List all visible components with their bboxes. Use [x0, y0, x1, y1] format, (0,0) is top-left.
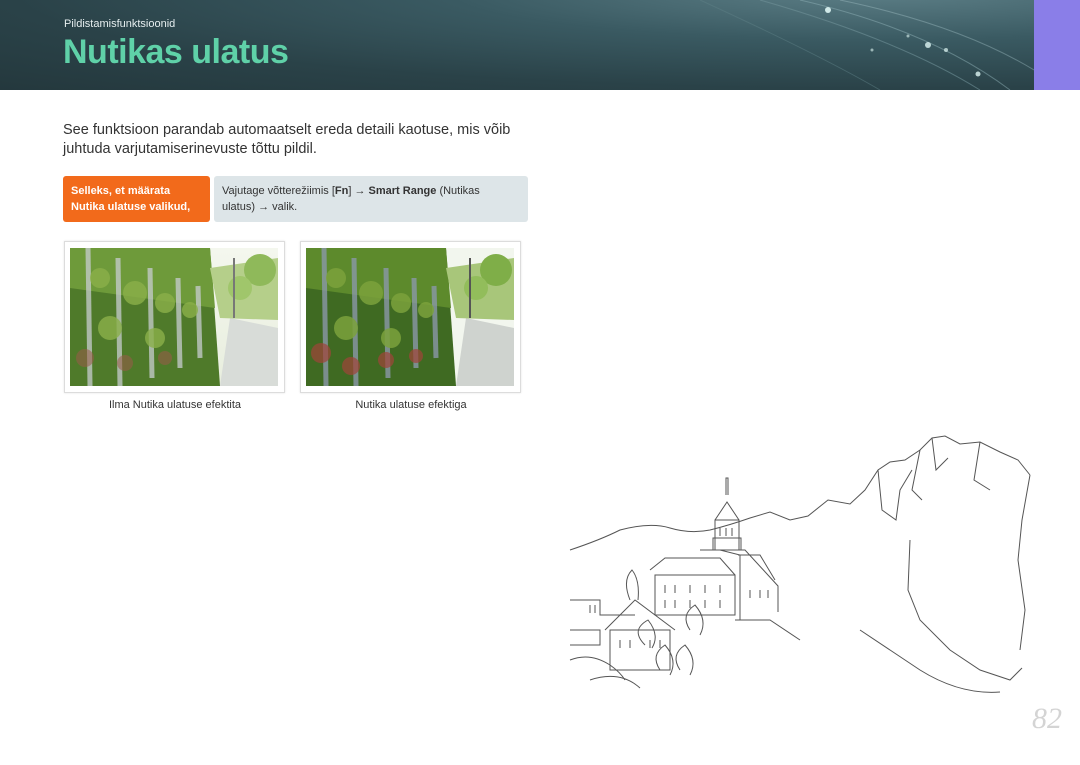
photo-without-effect: [64, 241, 285, 393]
corner-tab: [1034, 0, 1080, 90]
instr-before: Vajutage võtterežiimis [: [222, 185, 335, 197]
photo-image-with-effect: [306, 248, 514, 386]
howto-instructions: Vajutage võtterežiimis [Fn] → Smart Rang…: [214, 176, 528, 222]
howto-label-line1: Selleks, et määrata: [71, 185, 171, 197]
village-sketch-illustration: [569, 435, 1031, 693]
fn-key: Fn: [334, 185, 349, 197]
caption-without-effect: Ilma Nutika ulatuse efektita: [108, 399, 242, 411]
header-banner: Pildistamisfunktsioonid Nutikas ulatus: [0, 0, 1034, 90]
option-name: Smart Range: [368, 185, 437, 197]
page-title: Nutikas ulatus: [63, 33, 289, 71]
caption-with-effect: Nutika ulatuse efektiga: [355, 399, 467, 411]
howto-label: Selleks, et määrata Nutika ulatuse valik…: [63, 176, 210, 222]
section-label: Pildistamisfunktsioonid: [64, 18, 176, 30]
instr-after: ] →: [348, 185, 369, 197]
photo-with-effect: [300, 241, 521, 393]
intro-paragraph: See funktsioon parandab automaatselt ere…: [63, 122, 511, 157]
howto-box: Selleks, et määrata Nutika ulatuse valik…: [63, 176, 528, 222]
instr-end-line1: (Nutikas: [436, 185, 480, 197]
howto-label-line2: Nutika ulatuse valikud,: [71, 201, 191, 213]
photo-image-without-effect: [70, 248, 278, 386]
instr-line2: ulatus) → valik.: [222, 201, 298, 213]
page-number: 82: [1032, 702, 1062, 735]
